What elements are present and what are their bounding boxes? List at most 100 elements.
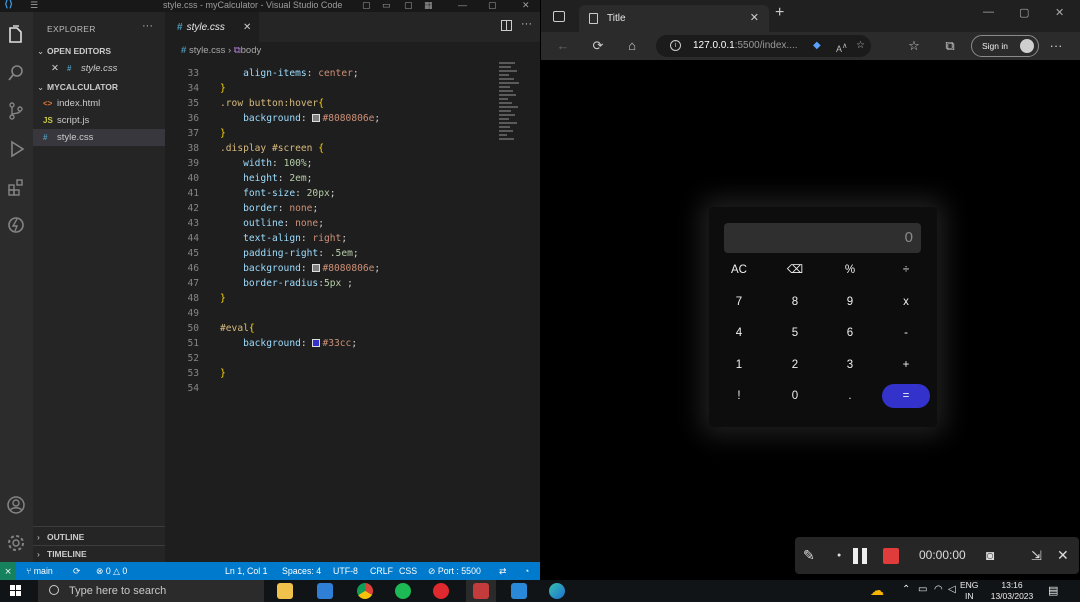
minimize-icon[interactable]: — [458,0,467,10]
split-editor-icon[interactable] [501,20,512,31]
code-line[interactable]: } [220,366,226,381]
accounts-icon[interactable] [3,492,29,518]
opera-icon[interactable] [426,580,456,602]
line-ending[interactable]: CRLF [370,562,393,580]
digit-9-button[interactable]: 9 [826,290,874,314]
code-line[interactable]: border: none; [220,201,318,216]
notifications-icon[interactable]: ◔ [524,562,529,580]
indentation[interactable]: Spaces: 4 [282,562,321,580]
clear-button[interactable]: AC [715,258,763,282]
encoding[interactable]: UTF-8 [333,562,358,580]
close-tab-icon[interactable]: ✕ [243,13,251,43]
stop-icon[interactable] [883,548,899,564]
live-server-port[interactable]: ⊘ Port : 5500 [428,562,481,580]
extensions-icon[interactable] [3,174,29,200]
camera-icon[interactable]: ◙ [986,537,994,574]
digit-8-button[interactable]: 8 [771,290,819,314]
minimap[interactable] [499,60,521,146]
digit-4-button[interactable]: 4 [715,321,763,345]
more-actions-icon[interactable]: ··· [521,18,532,30]
digit-1-button[interactable]: 1 [715,353,763,377]
code-line[interactable]: #eval{ [220,321,255,336]
vscode-icon[interactable] [504,580,534,602]
timeline-section[interactable]: › TIMELINE [33,546,165,562]
open-editor-item[interactable]: ✕ # style.css [33,60,165,77]
language-mode[interactable]: CSS [399,562,417,580]
toggle-panel-icon[interactable]: ▭ [382,0,391,10]
info-icon[interactable]: i [670,40,681,51]
digit-6-button[interactable]: 6 [826,321,874,345]
divide-button[interactable]: ÷ [882,258,930,282]
digit-2-button[interactable]: 2 [771,353,819,377]
equals-button[interactable]: = [882,384,930,408]
file-item-index[interactable]: <> index.html [33,95,165,112]
explorer-icon[interactable] [3,22,29,48]
code-line[interactable]: text-align: right; [220,231,347,246]
percent-button[interactable]: % [826,258,874,282]
close-tab-icon[interactable]: ✕ [750,5,759,32]
tab-actions-icon[interactable] [553,11,565,22]
digit-3-button[interactable]: 3 [826,353,874,377]
code-line[interactable]: .display #screen { [220,141,324,156]
file-item-script[interactable]: JS script.js [33,112,165,129]
code-line[interactable]: .row button:hover{ [220,96,324,111]
volume-icon[interactable]: ◁ [948,584,956,595]
problems-item[interactable]: ⊗ 0 △ 0 [96,562,127,580]
maximize-icon[interactable]: ▢ [1019,6,1029,19]
settings-gear-icon[interactable] [3,530,29,556]
digit-5-button[interactable]: 5 [771,321,819,345]
address-bar[interactable]: i 127.0.0.1:5500/index.... ◆ A∧ ☆ [656,35,871,57]
branch-item[interactable]: ⑂ main [26,562,53,580]
factorial-button[interactable]: ! [715,384,763,408]
taskbar-search[interactable]: Type here to search [38,580,264,602]
maximize-icon[interactable]: ▢ [488,0,497,10]
code-editor[interactable]: 33 align-items: center; 34} 35 .row button:… [165,60,495,400]
breadcrumb-symbol[interactable]: body [241,45,262,56]
language-indicator[interactable]: ENG IN [960,580,978,602]
code-line[interactable]: background: #8080806e; [220,111,380,126]
code-line[interactable]: padding-right: .5em; [220,246,359,261]
code-line[interactable]: } [220,81,226,96]
menu-icon[interactable]: ☰ [30,0,38,10]
minimize-icon[interactable]: — [983,6,994,18]
toggle-secondary-icon[interactable]: ▢ [404,0,413,10]
code-line[interactable]: align-items: center; [220,66,359,81]
code-line[interactable]: background: #33cc; [220,336,357,351]
clock[interactable]: 13:16 13/03/2023 [988,580,1036,602]
more-menu-icon[interactable]: ··· [1047,37,1065,55]
browser-tab[interactable]: Title ✕ [579,5,769,32]
pause-icon[interactable] [853,548,867,564]
code-line[interactable]: } [220,126,226,141]
close-icon[interactable]: ✕ [522,0,530,10]
show-hidden-icon[interactable]: ⌃ [902,584,910,595]
edge-icon[interactable] [542,580,572,602]
multiply-button[interactable]: x [882,290,930,314]
code-line[interactable]: width: 100%; [220,156,312,171]
code-line[interactable]: outline: none; [220,216,324,231]
calculator-display[interactable]: 0 [724,223,921,253]
code-line[interactable]: font-size: 20px; [220,186,335,201]
collections-icon[interactable]: ⧉ [941,37,959,55]
cursor-position[interactable]: Ln 1, Col 1 [225,562,268,580]
spotify-icon[interactable] [388,580,418,602]
outline-section[interactable]: › OUTLINE [33,529,165,545]
digit-0-button[interactable]: 0 [771,384,819,408]
open-editors-section[interactable]: ⌄ OPEN EDITORS [33,43,165,59]
windows-start-icon[interactable] [10,585,22,597]
run-debug-icon[interactable] [3,136,29,162]
code-line[interactable]: background: #8080806e; [220,261,380,276]
remote-icon[interactable]: ⨯ [0,562,16,580]
read-aloud-icon[interactable]: A∧ [836,35,848,60]
refresh-icon[interactable]: ⟳ [589,37,607,55]
favorite-icon[interactable]: ☆ [856,35,865,57]
file-explorer-icon[interactable] [270,580,300,602]
tab-style-css[interactable]: # style.css ✕ [165,12,259,42]
favorites-icon[interactable]: ☆ [905,37,923,55]
pen-icon[interactable]: ✎ [803,537,815,574]
weather-icon[interactable]: ☁ [870,582,884,599]
close-icon[interactable]: ✕ [1057,537,1069,574]
signin-button[interactable]: Sign in [971,35,1039,57]
wifi-icon[interactable]: ◠ [934,584,943,595]
expand-icon[interactable]: ⇲ [1031,537,1042,574]
source-control-icon[interactable] [3,98,29,124]
